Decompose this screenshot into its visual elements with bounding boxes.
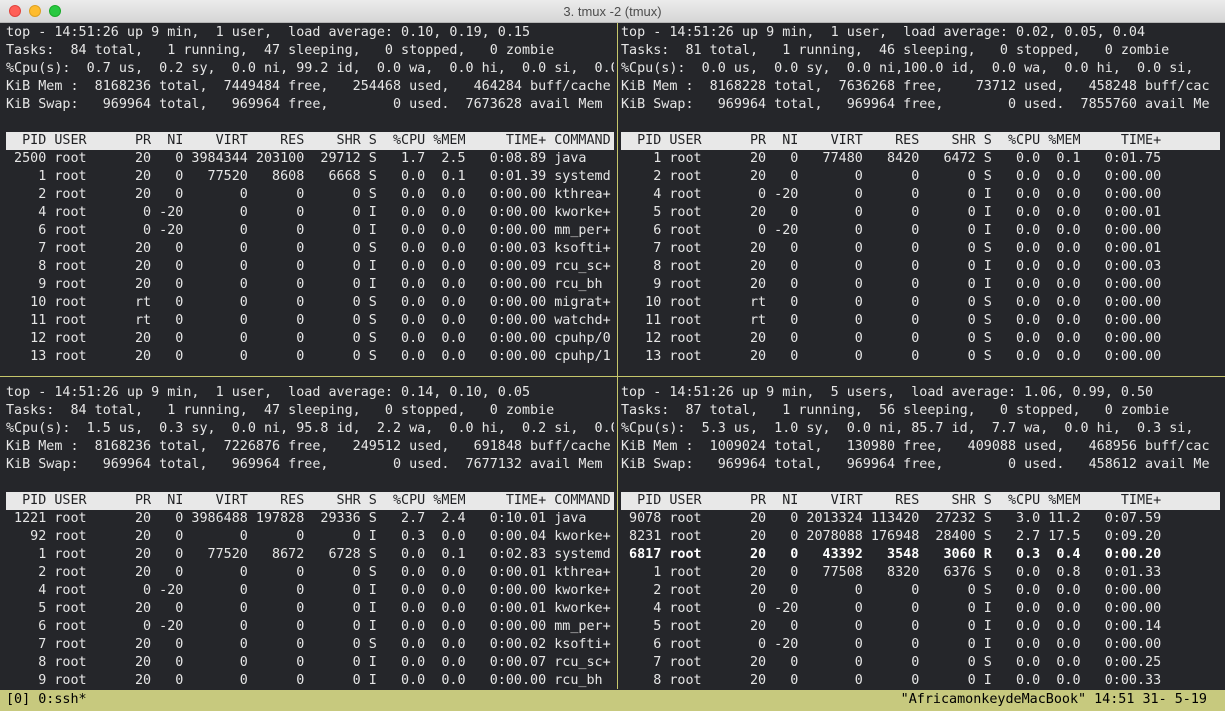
process-row: 12 root 20 0 0 0 0 S 0.0 0.0 0:00.00 [621,331,1162,346]
process-row: 1 root 20 0 77520 8672 6728 S 0.0 0.1 0:… [6,547,611,562]
process-row: 8 root 20 0 0 0 0 I 0.0 0.0 0:00.07 rcu_… [6,655,611,670]
process-row: 2 root 20 0 0 0 0 S 0.0 0.0 0:00.00 kthr… [6,187,611,202]
top-summary-line: KiB Mem : 8168236 total, 7449484 free, 2… [6,79,611,94]
tmux-status-bar: [0] 0:ssh* "AfricamonkeydeMacBook" 14:51… [0,690,1225,711]
process-row: 92 root 20 0 0 0 0 I 0.3 0.0 0:00.04 kwo… [6,529,611,544]
process-row: 6817 root 20 0 43392 3548 3060 R 0.3 0.4… [621,547,1162,562]
process-row: 1 root 20 0 77508 8320 6376 S 0.0 0.8 0:… [621,565,1162,580]
process-table-header: PID USER PR NI VIRT RES SHR S %CPU %MEM … [621,132,1220,150]
top-summary-line: %Cpu(s): 1.5 us, 0.3 sy, 0.0 ni, 95.8 id… [6,421,614,436]
process-row: 8 root 20 0 0 0 0 I 0.0 0.0 0:00.09 rcu_… [6,259,611,274]
top-summary-line: %Cpu(s): 5.3 us, 1.0 sy, 0.0 ni, 85.7 id… [621,421,1194,436]
process-row: 5 root 20 0 0 0 0 I 0.0 0.0 0:00.14 [621,619,1162,634]
process-row: 2 root 20 0 0 0 0 S 0.0 0.0 0:00.00 [621,583,1162,598]
process-row: 5 root 20 0 0 0 0 I 0.0 0.0 0:00.01 [621,205,1162,220]
process-row: 13 root 20 0 0 0 0 S 0.0 0.0 0:00.00 cpu… [6,349,611,364]
top-summary-line: KiB Swap: 969964 total, 969964 free, 0 u… [6,97,603,112]
top-summary-line: Tasks: 87 total, 1 running, 56 sleeping,… [621,403,1170,418]
process-row: 10 root rt 0 0 0 0 S 0.0 0.0 0:00.00 mig… [6,295,611,310]
process-row: 6 root 0 -20 0 0 0 I 0.0 0.0 0:00.00 [621,637,1162,652]
top-summary-line: %Cpu(s): 0.0 us, 0.0 sy, 0.0 ni,100.0 id… [621,61,1194,76]
process-row: 1 root 20 0 77480 8420 6472 S 0.0 0.1 0:… [621,151,1162,166]
process-row: 8 root 20 0 0 0 0 I 0.0 0.0 0:00.03 [621,259,1162,274]
process-row: 1221 root 20 0 3986488 197828 29336 S 2.… [6,511,587,526]
status-window-list[interactable]: [0] 0:ssh* [6,690,87,710]
top-summary-line: KiB Mem : 1009024 total, 130980 free, 40… [621,439,1210,454]
process-row: 8231 root 20 0 2078088 176948 28400 S 2.… [621,529,1162,544]
process-row: 11 root rt 0 0 0 0 S 0.0 0.0 0:00.00 wat… [6,313,611,328]
tmux-pane-bottom-right[interactable]: top - 14:51:26 up 9 min, 5 users, load a… [621,384,1220,688]
process-row: 9 root 20 0 0 0 0 I 0.0 0.0 0:00.00 [621,277,1162,292]
top-summary-line: Tasks: 81 total, 1 running, 46 sleeping,… [621,43,1170,58]
process-row: 4 root 0 -20 0 0 0 I 0.0 0.0 0:00.00 kwo… [6,583,611,598]
process-row: 11 root rt 0 0 0 0 S 0.0 0.0 0:00.00 [621,313,1162,328]
process-table-header: PID USER PR NI VIRT RES SHR S %CPU %MEM … [6,492,614,510]
process-row: 4 root 0 -20 0 0 0 I 0.0 0.0 0:00.00 [621,187,1162,202]
process-row: 5 root 20 0 0 0 0 I 0.0 0.0 0:00.01 kwor… [6,601,611,616]
process-row: 7 root 20 0 0 0 0 S 0.0 0.0 0:00.02 ksof… [6,637,611,652]
process-row: 4 root 0 -20 0 0 0 I 0.0 0.0 0:00.00 kwo… [6,205,611,220]
process-table-header: PID USER PR NI VIRT RES SHR S %CPU %MEM … [6,132,614,150]
status-host-clock: "AfricamonkeydeMacBook" 14:51 31- 5-19 [900,692,1207,707]
process-row: 7 root 20 0 0 0 0 S 0.0 0.0 0:00.25 [621,655,1162,670]
top-summary-line: Tasks: 84 total, 1 running, 47 sleeping,… [6,43,555,58]
top-summary-line: top - 14:51:26 up 9 min, 1 user, load av… [6,385,531,400]
process-row: 2500 root 20 0 3984344 203100 29712 S 1.… [6,151,587,166]
process-row: 12 root 20 0 0 0 0 S 0.0 0.0 0:00.00 cpu… [6,331,611,346]
tmux-pane-top-left[interactable]: top - 14:51:26 up 9 min, 1 user, load av… [6,24,614,374]
tmux-pane-bottom-left[interactable]: top - 14:51:26 up 9 min, 1 user, load av… [6,384,614,688]
pane-divider-horizontal[interactable] [0,376,1225,377]
top-summary-line: KiB Swap: 969964 total, 969964 free, 0 u… [621,97,1210,112]
process-row: 9078 root 20 0 2013324 113420 27232 S 3.… [621,511,1162,526]
process-row: 9 root 20 0 0 0 0 I 0.0 0.0 0:00.00 rcu_… [6,673,603,688]
process-row: 6 root 0 -20 0 0 0 I 0.0 0.0 0:00.00 mm_… [6,619,611,634]
top-summary-line: KiB Swap: 969964 total, 969964 free, 0 u… [6,457,603,472]
top-summary-line: top - 14:51:26 up 9 min, 1 user, load av… [6,25,531,40]
top-summary-line: %Cpu(s): 0.7 us, 0.2 sy, 0.0 ni, 99.2 id… [6,61,614,76]
process-row: 2 root 20 0 0 0 0 S 0.0 0.0 0:00.01 kthr… [6,565,611,580]
process-row: 9 root 20 0 0 0 0 I 0.0 0.0 0:00.00 rcu_… [6,277,603,292]
tmux-pane-top-right[interactable]: top - 14:51:26 up 9 min, 1 user, load av… [621,24,1220,374]
process-row: 7 root 20 0 0 0 0 S 0.0 0.0 0:00.01 [621,241,1162,256]
terminal-window: 3. tmux -2 (tmux) top - 14:51:26 up 9 mi… [0,0,1225,711]
process-table-header: PID USER PR NI VIRT RES SHR S %CPU %MEM … [621,492,1220,510]
top-summary-line: top - 14:51:26 up 9 min, 5 users, load a… [621,385,1154,400]
process-row: 13 root 20 0 0 0 0 S 0.0 0.0 0:00.00 [621,349,1162,364]
pane-divider-vertical[interactable] [617,23,618,689]
process-row: 10 root rt 0 0 0 0 S 0.0 0.0 0:00.00 [621,295,1162,310]
top-summary-line: top - 14:51:26 up 9 min, 1 user, load av… [621,25,1146,40]
window-title: 3. tmux -2 (tmux) [563,4,662,19]
process-row: 6 root 0 -20 0 0 0 I 0.0 0.0 0:00.00 mm_… [6,223,611,238]
process-row: 6 root 0 -20 0 0 0 I 0.0 0.0 0:00.00 [621,223,1162,238]
top-summary-line: KiB Mem : 8168236 total, 7226876 free, 2… [6,439,611,454]
process-row: 4 root 0 -20 0 0 0 I 0.0 0.0 0:00.00 [621,601,1162,616]
process-row: 7 root 20 0 0 0 0 S 0.0 0.0 0:00.03 ksof… [6,241,611,256]
top-summary-line: KiB Mem : 8168228 total, 7636268 free, 7… [621,79,1210,94]
top-summary-line: KiB Swap: 969964 total, 969964 free, 0 u… [621,457,1210,472]
process-row: 2 root 20 0 0 0 0 S 0.0 0.0 0:00.00 [621,169,1162,184]
title-bar[interactable]: 3. tmux -2 (tmux) [0,0,1225,23]
top-summary-line: Tasks: 84 total, 1 running, 47 sleeping,… [6,403,555,418]
process-row: 1 root 20 0 77520 8608 6668 S 0.0 0.1 0:… [6,169,611,184]
process-row: 8 root 20 0 0 0 0 I 0.0 0.0 0:00.33 [621,673,1162,688]
